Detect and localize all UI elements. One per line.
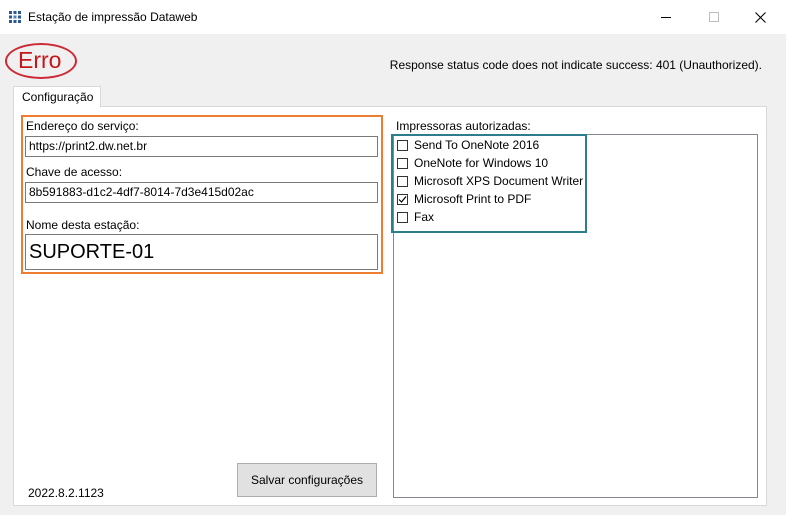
printer-name: Fax [414,210,435,224]
service-address-input[interactable]: https://print2.dw.net.br [25,136,378,157]
checkmark-icon [398,195,407,203]
printer-checkbox[interactable] [397,139,408,151]
close-icon [754,11,766,23]
printer-item-microsoft-xps-document-writer[interactable]: Microsoft XPS Document Writer [397,173,583,189]
tab-label: Configuração [22,90,94,104]
printer-name: Microsoft XPS Document Writer [414,174,584,188]
minimize-button[interactable] [643,0,689,34]
service-address-value: https://print2.dw.net.br [29,139,148,153]
close-button[interactable] [737,0,783,34]
printer-item-onenote-for-windows-10[interactable]: OneNote for Windows 10 [397,155,548,171]
title-bar: Estação de impressão Dataweb [0,0,786,34]
printer-item-fax[interactable]: Fax [397,209,434,225]
maximize-button[interactable] [691,0,737,34]
save-settings-button[interactable]: Salvar configurações [237,463,377,497]
maximize-icon [709,12,719,22]
printer-item-send-to-onenote-2016[interactable]: Send To OneNote 2016 [397,137,539,153]
minimize-icon [661,17,671,18]
printer-name: Microsoft Print to PDF [414,192,532,206]
printer-name: OneNote for Windows 10 [414,156,549,170]
printer-item-microsoft-print-to-pdf[interactable]: Microsoft Print to PDF [397,191,531,207]
printer-grid-icon [9,11,21,23]
tab-configuracao[interactable]: Configuração [13,86,101,107]
printer-name: Send To OneNote 2016 [414,138,540,152]
printer-checkbox[interactable] [397,157,408,169]
status-message: Response status code does not indicate s… [389,58,762,72]
error-label: Erro [18,47,62,73]
window-title: Estação de impressão Dataweb [28,10,198,24]
access-key-input[interactable]: 8b591883-d1c2-4df7-8014-7d3e415d02ac [25,182,378,203]
access-key-label: Chave de acesso: [26,165,123,179]
version-label: 2022.8.2.1123 [28,486,104,500]
station-name-value: SUPORTE-01 [29,241,155,263]
service-address-label: Endereço do serviço: [26,119,139,133]
station-name-label: Nome desta estação: [26,218,140,232]
printer-checkbox[interactable] [397,175,408,187]
access-key-value: 8b591883-d1c2-4df7-8014-7d3e415d02ac [29,185,254,199]
printers-label: Impressoras autorizadas: [396,119,531,133]
printer-checkbox[interactable] [397,193,408,205]
station-name-input[interactable]: SUPORTE-01 [25,234,378,270]
printer-checkbox[interactable] [397,211,408,223]
